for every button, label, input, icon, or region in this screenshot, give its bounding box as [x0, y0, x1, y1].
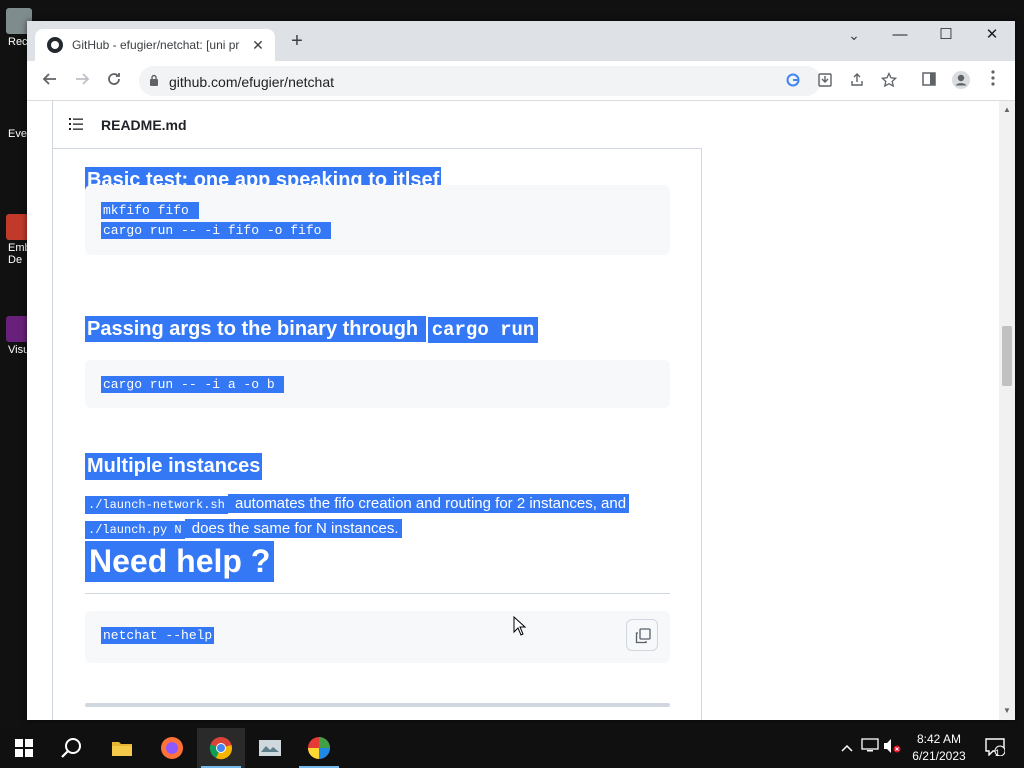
download-icon — [818, 73, 832, 87]
code-line: mkfifo fifo — [101, 202, 199, 219]
reload-button[interactable] — [102, 69, 126, 93]
address-bar[interactable]: github.com/efugier/netchat — [139, 66, 898, 96]
taskbar: 8:42 AM 6/21/2023 1 — [0, 728, 1024, 768]
star-icon — [880, 71, 898, 88]
maximize-button[interactable]: ☐ — [923, 21, 969, 51]
inline-code-launch-py: ./launch.py N — [85, 521, 185, 539]
outline-list-icon[interactable] — [69, 117, 83, 131]
heading-multiple-instances: Multiple instances — [85, 453, 263, 480]
close-tab-icon[interactable]: ✕ — [249, 37, 267, 54]
paragraph-multiple-instances: ./launch-network.sh automates the fifo c… — [85, 492, 670, 542]
lock-icon — [150, 74, 158, 86]
close-window-button[interactable]: ✕ — [969, 21, 1015, 51]
clock-time: 8:42 AM — [916, 732, 962, 746]
heading-text: Passing args to the binary through — [85, 316, 426, 342]
system-clock[interactable]: 8:42 AM 6/21/2023 — [904, 731, 974, 765]
side-panel-icon[interactable] — [918, 70, 940, 92]
code-line: netchat --help — [101, 627, 215, 644]
desktop-icon-label: Emb — [8, 242, 30, 254]
readme-filename: README.md — [101, 117, 187, 133]
desktop-icon-label: De — [8, 254, 23, 266]
tab-title: GitHub - efugier/netchat: [uni pr — [72, 38, 240, 52]
search-button[interactable] — [48, 728, 96, 768]
start-button[interactable] — [0, 728, 48, 768]
notification-count: 1 — [995, 748, 1001, 758]
code-block-need-help: netchat --help — [85, 611, 670, 663]
url-text: github.com/efugier/netchat — [169, 74, 334, 90]
chrome-taskbar-button[interactable] — [197, 728, 245, 768]
code-line: cargo run -- -i a -o b — [101, 376, 285, 393]
profile-icon[interactable] — [950, 70, 972, 92]
speaker-mute-icon — [884, 739, 901, 753]
chevron-up-icon — [841, 744, 853, 752]
heading-divider — [85, 593, 670, 594]
firefox-button[interactable] — [148, 728, 196, 768]
three-dots-icon — [991, 70, 995, 86]
scroll-up-arrow-icon[interactable]: ▲ — [1002, 105, 1012, 115]
clock-date: 6/21/2023 — [912, 749, 966, 763]
share-arrow-icon — [851, 73, 863, 86]
share-icon[interactable] — [847, 72, 867, 92]
desktop-icon-label: Visu — [8, 344, 30, 356]
file-explorer-button[interactable] — [98, 728, 146, 768]
visual-studio-shortcut[interactable]: Visu — [0, 316, 32, 356]
chrome-icon — [209, 737, 232, 760]
browser-toolbar: github.com/efugier/netchat — [27, 61, 1015, 101]
copy-button[interactable] — [626, 619, 658, 651]
bookmark-star-icon[interactable] — [879, 71, 899, 92]
github-icon — [47, 37, 63, 53]
network-monitor-icon — [861, 738, 879, 752]
network-icon[interactable] — [860, 738, 880, 758]
forward-button[interactable] — [70, 69, 94, 93]
copy-icon — [635, 628, 651, 644]
search-icon — [61, 738, 81, 758]
tab-github-netchat[interactable]: GitHub - efugier/netchat: [uni pr ✕ — [35, 29, 275, 61]
google-g-icon — [786, 73, 800, 87]
heading-passing-args: Passing args to the binary through cargo… — [85, 316, 539, 343]
scroll-down-arrow-icon[interactable]: ▼ — [1002, 706, 1012, 716]
folder-icon — [112, 742, 132, 756]
minimize-button[interactable]: — — [877, 21, 923, 51]
volume-muted-icon[interactable] — [882, 738, 902, 758]
paragraph-text: does the same for N instances. — [184, 519, 402, 538]
paragraph-text: automates the fifo creation and routing … — [227, 494, 630, 513]
install-app-icon[interactable] — [815, 72, 835, 92]
avatar-icon — [952, 71, 970, 89]
readme-header: README.md — [53, 101, 702, 149]
everything-shortcut[interactable]: Eve — [0, 128, 30, 140]
tab-strip: GitHub - efugier/netchat: [uni pr ✕ + ⌄ … — [27, 21, 1015, 61]
code-line: cargo run -- -i fifo -o fifo — [101, 222, 332, 239]
screenshot-app-icon — [259, 740, 281, 756]
heading-need-help: Need help ? — [85, 541, 275, 582]
windows-logo-icon — [15, 739, 33, 757]
color-app-taskbar-button[interactable] — [295, 728, 343, 768]
reload-icon — [108, 73, 120, 85]
inline-code-launch-network: ./launch-network.sh — [85, 496, 228, 514]
new-tab-button[interactable]: + — [287, 31, 307, 51]
desktop-icon-label: Rec — [8, 36, 28, 48]
app-taskbar-button[interactable] — [246, 728, 294, 768]
embarcadero-shortcut[interactable]: Emb De — [0, 214, 32, 266]
recycle-bin-shortcut[interactable]: Rec — [0, 8, 32, 48]
desktop-icon-label: Eve — [8, 128, 27, 140]
heading-inline-code: cargo run — [427, 317, 539, 343]
code-block-passing-args: cargo run -- -i a -o b — [85, 360, 670, 408]
google-translate-icon[interactable] — [783, 72, 803, 92]
code-block-basic-test: mkfifo fifo cargo run -- -i fifo -o fifo — [85, 185, 670, 255]
forward-arrow-icon — [76, 73, 90, 85]
sidebar-icon — [922, 72, 936, 86]
tab-search-button[interactable]: ⌄ — [842, 27, 866, 51]
action-center-button[interactable]: 1 — [983, 738, 1007, 758]
color-wheel-icon — [308, 737, 330, 759]
mouse-cursor-icon — [513, 616, 527, 636]
firefox-icon — [161, 737, 183, 759]
back-arrow-icon — [42, 73, 56, 85]
scrollbar-thumb[interactable] — [1002, 326, 1012, 386]
page-scrollbar[interactable]: ▲ ▼ — [999, 101, 1015, 720]
kebab-menu-icon[interactable] — [982, 70, 1004, 92]
section-divider — [85, 703, 670, 707]
show-hidden-icons-chevron-icon[interactable] — [837, 738, 857, 758]
back-button[interactable] — [38, 69, 62, 93]
